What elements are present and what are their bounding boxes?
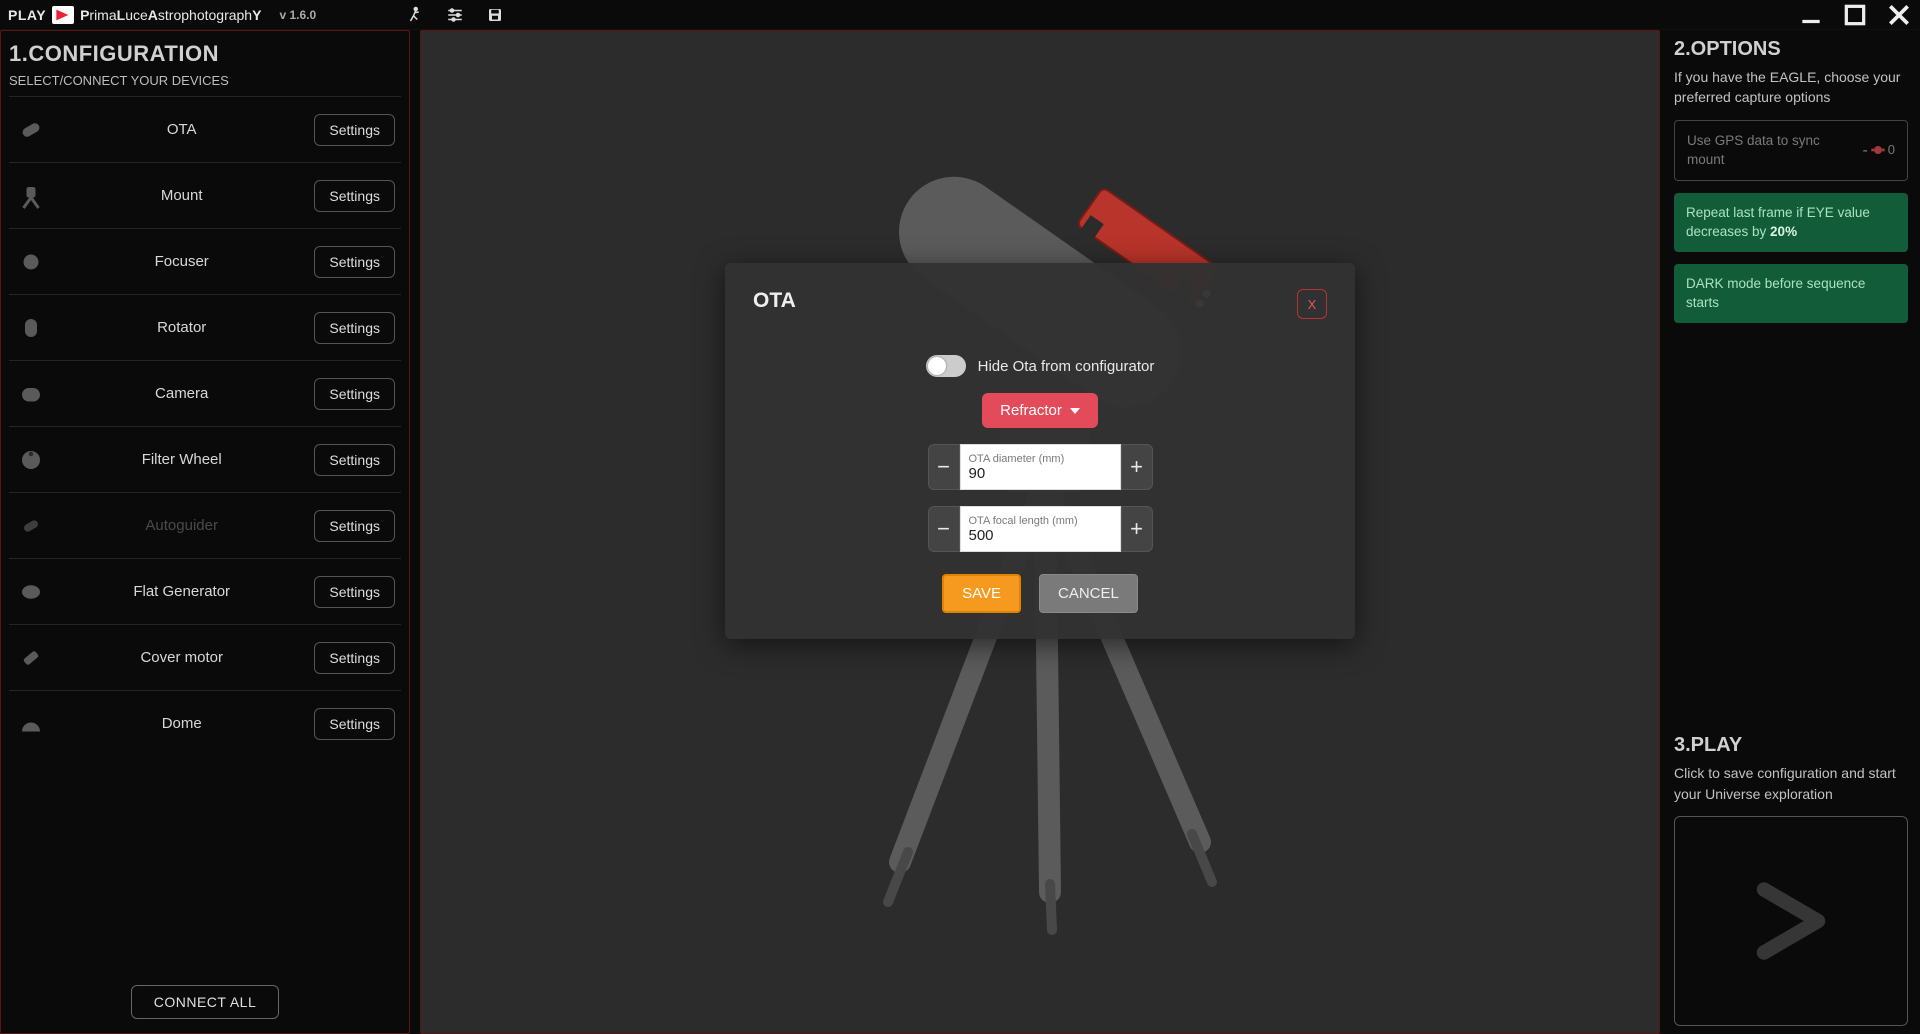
satellite-icon [1870, 142, 1886, 158]
device-label-mount: Mount [57, 187, 306, 204]
settings-button-mount[interactable]: Settings [314, 180, 395, 212]
focal-input[interactable] [969, 527, 1112, 544]
dark-mode-label: DARK mode before sequence starts [1686, 276, 1865, 311]
focal-length-stepper: − OTA focal length (mm) + [928, 506, 1153, 552]
filterwheel-icon [13, 442, 49, 478]
configuration-subheading: SELECT/CONNECT YOUR DEVICES [9, 73, 401, 88]
repeat-frame-option[interactable]: Repeat last frame if EYE value decreases… [1674, 193, 1908, 252]
device-label-flatgen: Flat Generator [57, 583, 306, 600]
mount-icon [13, 178, 49, 214]
preview-canvas: OTA X Hide Ota from configurator Refract… [420, 30, 1660, 1034]
diameter-input[interactable] [969, 465, 1112, 482]
device-label-rotator: Rotator [57, 319, 306, 336]
dialog-title: OTA [753, 289, 796, 313]
hide-ota-label: Hide Ota from configurator [978, 358, 1155, 375]
settings-button-dome[interactable]: Settings [314, 708, 395, 740]
device-label-camera: Camera [57, 385, 306, 402]
chevron-down-icon [1070, 408, 1080, 414]
diameter-stepper: − OTA diameter (mm) + [928, 444, 1153, 490]
titlebar: PLAY PrimaLuceAstrophotographY v 1.6.0 [0, 0, 1920, 30]
rotator-icon [13, 310, 49, 346]
gps-dash: - [1862, 139, 1867, 162]
configuration-panel: 1.CONFIGURATION SELECT/CONNECT YOUR DEVI… [0, 30, 410, 1034]
device-label-autoguider: Autoguider [57, 517, 306, 534]
focal-field-label: OTA focal length (mm) [969, 515, 1112, 527]
device-label-ota: OTA [57, 121, 306, 138]
hide-ota-toggle[interactable] [926, 355, 966, 377]
diameter-increment-button[interactable]: + [1121, 444, 1153, 490]
brand-name: PrimaLuceAstrophotographY [80, 7, 261, 23]
focal-increment-button[interactable]: + [1121, 506, 1153, 552]
cancel-button[interactable]: CANCEL [1039, 574, 1138, 613]
connect-all-button[interactable]: CONNECT ALL [131, 985, 280, 1019]
close-icon[interactable] [1886, 2, 1912, 28]
settings-button-flatgen[interactable]: Settings [314, 576, 395, 608]
device-row-focuser: Focuser Settings [9, 228, 401, 294]
minimize-icon[interactable] [1798, 2, 1824, 28]
play-button[interactable] [1674, 816, 1908, 1026]
right-column: 2.OPTIONS If you have the EAGLE, choose … [1670, 30, 1920, 1034]
play-subheading: Click to save configuration and start yo… [1674, 763, 1908, 804]
configuration-heading: 1.CONFIGURATION [9, 41, 401, 67]
device-row-camera: Camera Settings [9, 360, 401, 426]
ota-type-label: Refractor [1000, 402, 1062, 419]
camera-icon [13, 376, 49, 412]
settings-button-focuser[interactable]: Settings [314, 246, 395, 278]
walking-person-icon[interactable] [406, 6, 424, 24]
settings-button-autoguider[interactable]: Settings [314, 510, 395, 542]
ota-settings-dialog: OTA X Hide Ota from configurator Refract… [725, 263, 1355, 639]
ota-type-dropdown[interactable]: Refractor [982, 393, 1098, 428]
settings-button-ota[interactable]: Settings [314, 114, 395, 146]
device-row-filterwheel: Filter Wheel Settings [9, 426, 401, 492]
sliders-icon[interactable] [446, 6, 464, 24]
repeat-frame-value: 20% [1770, 224, 1797, 239]
maximize-icon[interactable] [1842, 2, 1868, 28]
flatgen-icon [13, 574, 49, 610]
ota-icon [13, 112, 49, 148]
options-subheading: If you have the EAGLE, choose your prefe… [1674, 67, 1908, 108]
device-label-filterwheel: Filter Wheel [57, 451, 306, 468]
options-heading: 2.OPTIONS [1674, 38, 1908, 61]
dialog-close-button[interactable]: X [1297, 289, 1327, 319]
dark-mode-option[interactable]: DARK mode before sequence starts [1674, 264, 1908, 323]
play-heading: 3.PLAY [1674, 734, 1908, 757]
device-label-focuser: Focuser [57, 253, 306, 270]
autoguider-icon [13, 508, 49, 544]
settings-button-filterwheel[interactable]: Settings [314, 444, 395, 476]
diameter-decrement-button[interactable]: − [928, 444, 960, 490]
device-row-flatgen: Flat Generator Settings [9, 558, 401, 624]
device-row-mount: Mount Settings [9, 162, 401, 228]
device-row-dome: Dome Settings [9, 690, 401, 756]
titlebar-play-label: PLAY [8, 7, 46, 23]
device-row-rotator: Rotator Settings [9, 294, 401, 360]
play-icon [1746, 876, 1836, 966]
gps-option-label: Use GPS data to sync mount [1687, 131, 1854, 170]
device-row-ota: OTA Settings [9, 96, 401, 162]
device-row-autoguider: Autoguider Settings [9, 492, 401, 558]
device-label-dome: Dome [57, 715, 306, 732]
device-label-covermotor: Cover motor [57, 649, 306, 666]
focuser-icon [13, 244, 49, 280]
diameter-field-label: OTA diameter (mm) [969, 453, 1112, 465]
gps-count: 0 [1888, 141, 1895, 160]
gps-option[interactable]: Use GPS data to sync mount - 0 [1674, 120, 1908, 181]
settings-button-covermotor[interactable]: Settings [314, 642, 395, 674]
save-disk-icon[interactable] [486, 6, 504, 24]
version-label: v 1.6.0 [279, 8, 316, 22]
app-logo [52, 6, 74, 24]
save-button[interactable]: SAVE [942, 574, 1021, 613]
dome-icon [13, 706, 49, 742]
settings-button-camera[interactable]: Settings [314, 378, 395, 410]
device-row-covermotor: Cover motor Settings [9, 624, 401, 690]
covermotor-icon [13, 640, 49, 676]
settings-button-rotator[interactable]: Settings [314, 312, 395, 344]
focal-decrement-button[interactable]: − [928, 506, 960, 552]
